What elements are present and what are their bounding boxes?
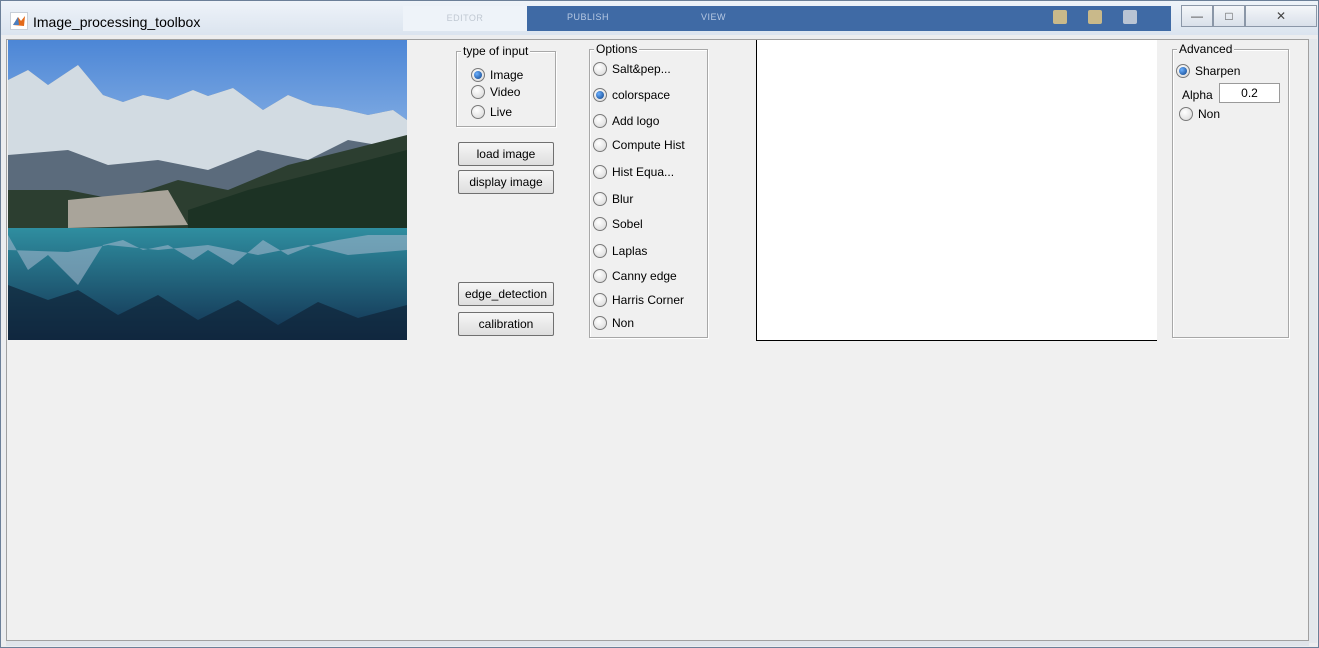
radio-button[interactable] [1179, 107, 1193, 121]
mountain-lake-photo [8, 40, 407, 340]
radio-label: Sharpen [1195, 64, 1241, 78]
radio-label: Non [612, 316, 635, 330]
minimize-button[interactable]: — [1181, 5, 1213, 27]
options-title: Options [594, 42, 640, 56]
radio-button[interactable] [593, 114, 607, 128]
input-image-axes [8, 40, 407, 340]
edge-detection-button[interactable]: edge_detection [458, 282, 554, 306]
radio-button-selected[interactable] [593, 88, 607, 102]
bg-tab-editor: EDITOR [403, 6, 527, 31]
window-title: Image_processing_toolbox [33, 14, 201, 30]
radio-button-selected[interactable] [471, 68, 485, 82]
radio-label: Canny edge [612, 269, 677, 283]
input-type-title: type of input [461, 44, 531, 58]
radio-button-selected[interactable] [1176, 64, 1190, 78]
radio-label: Non [1198, 107, 1221, 121]
title-bar[interactable]: Image_processing_toolbox EDITOR PUBLISH … [1, 1, 1318, 35]
radio-button[interactable] [593, 244, 607, 258]
radio-button[interactable] [471, 85, 485, 99]
radio-label: Hist Equa... [612, 165, 675, 179]
radio-label: Laplas [612, 244, 648, 258]
close-button[interactable]: ✕ [1245, 5, 1317, 27]
display-image-button[interactable]: display image [458, 170, 554, 194]
app-window: Image_processing_toolbox EDITOR PUBLISH … [0, 0, 1319, 648]
option-canny-edge[interactable]: Canny edge [593, 267, 677, 285]
bottom-strip [6, 641, 1309, 646]
radio-live[interactable]: Live [471, 103, 512, 121]
radio-button[interactable] [593, 217, 607, 231]
radio-label: Harris Corner [612, 293, 685, 307]
option-add-logo[interactable]: Add logo [593, 112, 659, 130]
option-colorspace[interactable]: colorspace [593, 86, 670, 104]
matlab-icon [10, 12, 28, 30]
option-harris-corner[interactable]: Harris Corner [593, 291, 684, 309]
radio-label: Salt&pep... [612, 62, 671, 76]
option-blur[interactable]: Blur [593, 190, 633, 208]
radio-button[interactable] [471, 105, 485, 119]
load-image-button[interactable]: load image [458, 142, 554, 166]
radio-label: Video [490, 85, 521, 99]
toolstrip-icon [1088, 10, 1102, 24]
option-non[interactable]: Non [593, 314, 634, 332]
radio-button[interactable] [593, 192, 607, 206]
maximize-button[interactable]: □ [1213, 5, 1245, 27]
radio-label: Blur [612, 192, 634, 206]
radio-button[interactable] [593, 269, 607, 283]
toolstrip-icon [1053, 10, 1067, 24]
bg-tab-view: VIEW [701, 12, 727, 22]
option-compute-hist[interactable]: Compute Hist [593, 136, 685, 154]
option-salt-pepper[interactable]: Salt&pep... [593, 60, 671, 78]
radio-label: Add logo [612, 114, 660, 128]
option-hist-equalization[interactable]: Hist Equa... [593, 163, 674, 181]
radio-label: Sobel [612, 217, 643, 231]
radio-button[interactable] [593, 293, 607, 307]
radio-button[interactable] [593, 138, 607, 152]
radio-button[interactable] [593, 62, 607, 76]
bg-tab-publish: PUBLISH [567, 12, 610, 22]
radio-image[interactable]: Image [471, 66, 523, 84]
option-sobel[interactable]: Sobel [593, 215, 643, 233]
radio-button[interactable] [593, 165, 607, 179]
radio-label: Image [490, 68, 524, 82]
radio-button[interactable] [593, 316, 607, 330]
option-laplas[interactable]: Laplas [593, 242, 647, 260]
radio-video[interactable]: Video [471, 83, 520, 101]
radio-label: colorspace [612, 88, 671, 102]
calibration-button[interactable]: calibration [458, 312, 554, 336]
background-matlab-toolstrip: EDITOR PUBLISH VIEW [403, 6, 1171, 31]
output-image-axes [756, 40, 1157, 341]
radio-sharpen[interactable]: Sharpen [1176, 62, 1240, 80]
radio-label: Compute Hist [612, 138, 685, 152]
background-scroll-strip [1309, 39, 1317, 643]
radio-advanced-non[interactable]: Non [1179, 105, 1220, 123]
alpha-input[interactable] [1219, 83, 1280, 103]
advanced-title: Advanced [1177, 42, 1235, 56]
radio-label: Live [490, 105, 513, 119]
alpha-label: Alpha [1182, 88, 1213, 102]
toolstrip-icon [1123, 10, 1137, 24]
